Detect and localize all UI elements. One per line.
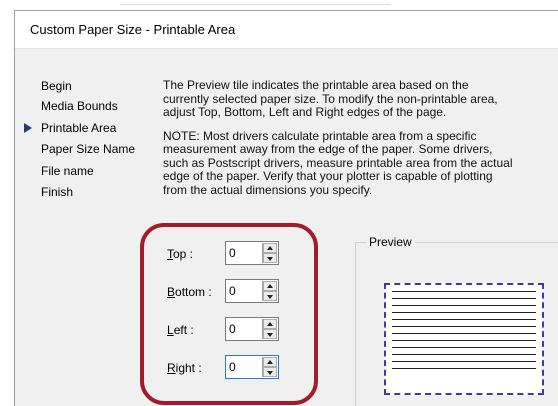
- nav-item-file-name[interactable]: File name: [41, 164, 94, 178]
- top-spinner: [225, 241, 279, 265]
- nav-item-finish[interactable]: Finish: [41, 185, 73, 199]
- top-input[interactable]: [229, 245, 259, 261]
- nav-item-label: File name: [41, 164, 94, 178]
- dialog-title: Custom Paper Size - Printable Area: [30, 22, 236, 37]
- dialog-header: Custom Paper Size - Printable Area: [15, 11, 558, 49]
- right-spin-buttons: [262, 357, 277, 377]
- bottom-decrement-button[interactable]: [263, 291, 277, 301]
- caret-up-icon: [267, 284, 273, 288]
- caret-up-icon: [267, 322, 273, 326]
- background-strip: [0, 0, 558, 8]
- nav-item-label: Begin: [41, 79, 72, 93]
- caret-up-icon: [267, 360, 273, 364]
- left-spinner: [225, 317, 279, 341]
- bottom-spinner: [225, 279, 279, 303]
- right-spinner: [225, 355, 279, 379]
- left-spin-buttons: [262, 319, 277, 339]
- left-label: Left :: [167, 323, 194, 337]
- top-decrement-button[interactable]: [263, 253, 277, 263]
- note-line: edge of the paper. Verify that your plot…: [163, 169, 493, 183]
- nav-item-label: Finish: [41, 185, 74, 199]
- divider: [120, 4, 390, 5]
- caret-down-icon: [267, 333, 273, 337]
- nav-item-label: Paper Size Name: [41, 142, 136, 156]
- nav-item-begin[interactable]: Begin: [41, 79, 72, 93]
- note-line: from the actual dimensions you specify.: [163, 182, 373, 197]
- nav-item-label: Printable Area: [41, 121, 117, 135]
- right-label: Right :: [167, 361, 202, 375]
- custom-paper-size-dialog: Custom Paper Size - Printable Area Begin…: [14, 10, 558, 406]
- bottom-increment-button[interactable]: [263, 281, 277, 291]
- top-increment-button[interactable]: [263, 243, 277, 253]
- nav-item-printable-area[interactable]: Printable Area: [24, 121, 117, 135]
- nav-item-label: Media Bounds: [41, 99, 118, 113]
- description-line: The Preview tile indicates the printable…: [163, 78, 469, 92]
- note-line: measurement away from the edge of the pa…: [163, 142, 493, 156]
- top-label: Top :: [167, 247, 194, 261]
- bottom-label: Bottom :: [167, 285, 212, 299]
- top-spin-buttons: [262, 243, 277, 263]
- right-input[interactable]: [229, 359, 259, 375]
- left-input[interactable]: [229, 321, 259, 337]
- preview-group: Preview: [355, 235, 558, 406]
- caret-up-icon: [267, 246, 273, 250]
- description-line: currently selected paper size. To modify…: [163, 91, 498, 106]
- step-description: The Preview tile indicates the printable…: [163, 78, 558, 198]
- note-line: such as Postscript drivers, measure prin…: [163, 155, 513, 170]
- note-text: NOTE: Most drivers calculate printable a…: [163, 128, 558, 198]
- note-line: NOTE: Most drivers calculate printable a…: [163, 128, 477, 143]
- left-decrement-button[interactable]: [263, 329, 277, 339]
- current-step-arrow-icon: [24, 123, 32, 133]
- left-increment-button[interactable]: [263, 319, 277, 329]
- nav-item-paper-size-name[interactable]: Paper Size Name: [41, 142, 135, 156]
- right-decrement-button[interactable]: [263, 367, 277, 377]
- description-line: adjust Top, Bottom, Left and Right edges…: [163, 105, 447, 119]
- bottom-input[interactable]: [229, 283, 259, 299]
- caret-down-icon: [267, 257, 273, 261]
- printable-area-lines: [392, 291, 536, 387]
- right-increment-button[interactable]: [263, 357, 277, 367]
- preview-label: Preview: [366, 235, 415, 249]
- nav-item-media-bounds[interactable]: Media Bounds: [41, 99, 118, 113]
- caret-down-icon: [267, 371, 273, 375]
- paper-preview: [384, 283, 544, 395]
- caret-down-icon: [267, 295, 273, 299]
- bottom-spin-buttons: [262, 281, 277, 301]
